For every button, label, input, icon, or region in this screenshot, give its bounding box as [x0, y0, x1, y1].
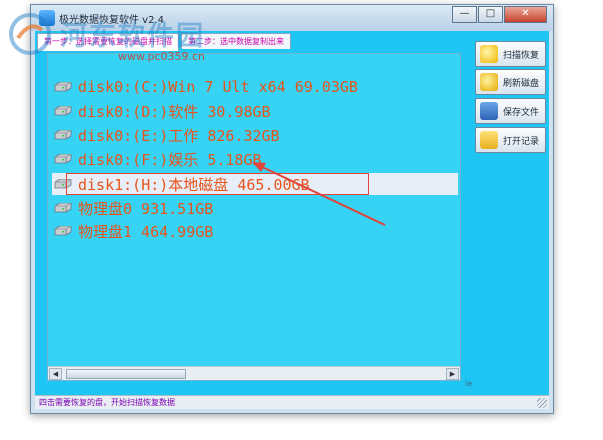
disk-list[interactable]: disk0:(C:)Win 7 Ult x64 69.03GB disk0:(D… [48, 54, 460, 366]
disk-item-label: disk0:(F:)娱乐 5.18GB [78, 150, 262, 169]
resize-grip-icon[interactable] [537, 398, 547, 408]
button-label: 保存文件 [503, 107, 540, 118]
step-tabs: 第一步：选择需要恢复的磁盘并扫描 第二步：选中数据复制出来 [37, 33, 293, 51]
disk-item-f[interactable]: disk0:(F:)娱乐 5.18GB [52, 148, 458, 170]
folder-icon [480, 131, 498, 149]
scan-recover-button[interactable]: 扫描恢复 [475, 41, 546, 67]
save-file-button[interactable]: 保存文件 [475, 98, 546, 124]
hard-drive-icon [54, 82, 72, 92]
disk-item-d[interactable]: disk0:(D:)软件 30.98GB [52, 100, 458, 122]
hard-drive-icon [54, 203, 72, 213]
close-icon: ✕ [521, 8, 530, 19]
button-label: 打开记录 [503, 136, 540, 147]
hard-drive-icon [54, 226, 72, 236]
scrollbar-thumb[interactable] [66, 369, 186, 379]
disk-item-c[interactable]: disk0:(C:)Win 7 Ult x64 69.03GB [52, 76, 458, 98]
disk-item-label: 物理盘0 931.51GB [78, 199, 214, 218]
minimize-button[interactable]: — [452, 6, 477, 23]
disk-item-label: disk0:(D:)软件 30.98GB [78, 102, 271, 121]
disk-item-e[interactable]: disk0:(E:)工作 826.32GB [52, 124, 458, 146]
disk-item-label: 物理盘1 464.99GB [78, 222, 214, 241]
window-controls: — □ ✕ [451, 6, 547, 23]
save-icon [480, 102, 498, 120]
disk-item-label: disk0:(E:)工作 826.32GB [78, 126, 280, 145]
disk-item-h-selected[interactable]: disk1:(H:)本地磁盘 465.00GB [52, 173, 458, 195]
refresh-disk-button[interactable]: 刷新磁盘 [475, 69, 546, 95]
client-area: 第一步：选择需要恢复的磁盘并扫描 第二步：选中数据复制出来 disk0:(C:)… [35, 31, 549, 409]
open-record-button[interactable]: 打开记录 [475, 127, 546, 153]
title-bar[interactable]: 极光数据恢复软件 v2.4 — □ ✕ [31, 5, 553, 31]
tab-step-2[interactable]: 第二步：选中数据复制出来 [181, 33, 291, 49]
disk-item-label: disk1:(H:)本地磁盘 465.00GB [78, 175, 310, 194]
button-label: 刷新磁盘 [503, 78, 540, 89]
maximize-button[interactable]: □ [478, 6, 503, 23]
disk-list-panel: disk0:(C:)Win 7 Ult x64 69.03GB disk0:(D… [47, 53, 461, 381]
disk-item-label: disk0:(C:)Win 7 Ult x64 69.03GB [78, 78, 358, 96]
tab-step-1[interactable]: 第一步：选择需要恢复的磁盘并扫描 [37, 33, 179, 51]
scan-icon [480, 45, 498, 63]
hard-drive-icon [54, 130, 72, 140]
status-bar: 四击需要恢复的盘，开始扫描恢复数据 [35, 395, 549, 409]
hard-drive-icon [54, 106, 72, 116]
scroll-left-icon[interactable]: ◀ [49, 368, 62, 380]
window-title: 极光数据恢复软件 v2.4 [59, 15, 164, 26]
maximize-icon: □ [485, 8, 496, 19]
hard-drive-icon [54, 179, 72, 189]
app-icon [39, 10, 55, 26]
horizontal-scrollbar[interactable]: ◀ ▶ [48, 366, 460, 380]
hard-drive-icon [54, 154, 72, 164]
app-window: 极光数据恢复软件 v2.4 — □ ✕ 第一步：选择需要恢复的磁盘并扫描 第二步… [30, 4, 554, 414]
status-text: 四击需要恢复的盘，开始扫描恢复数据 [39, 398, 175, 407]
scroll-right-icon[interactable]: ▶ [446, 368, 459, 380]
physical-disk-1[interactable]: 物理盘1 464.99GB [52, 220, 458, 242]
button-label: 扫描恢复 [503, 50, 540, 61]
minimize-icon: — [459, 8, 470, 19]
refresh-icon [480, 73, 498, 91]
physical-disk-0[interactable]: 物理盘0 931.51GB [52, 197, 458, 219]
close-button[interactable]: ✕ [504, 6, 547, 23]
side-mark: ie [465, 379, 473, 388]
